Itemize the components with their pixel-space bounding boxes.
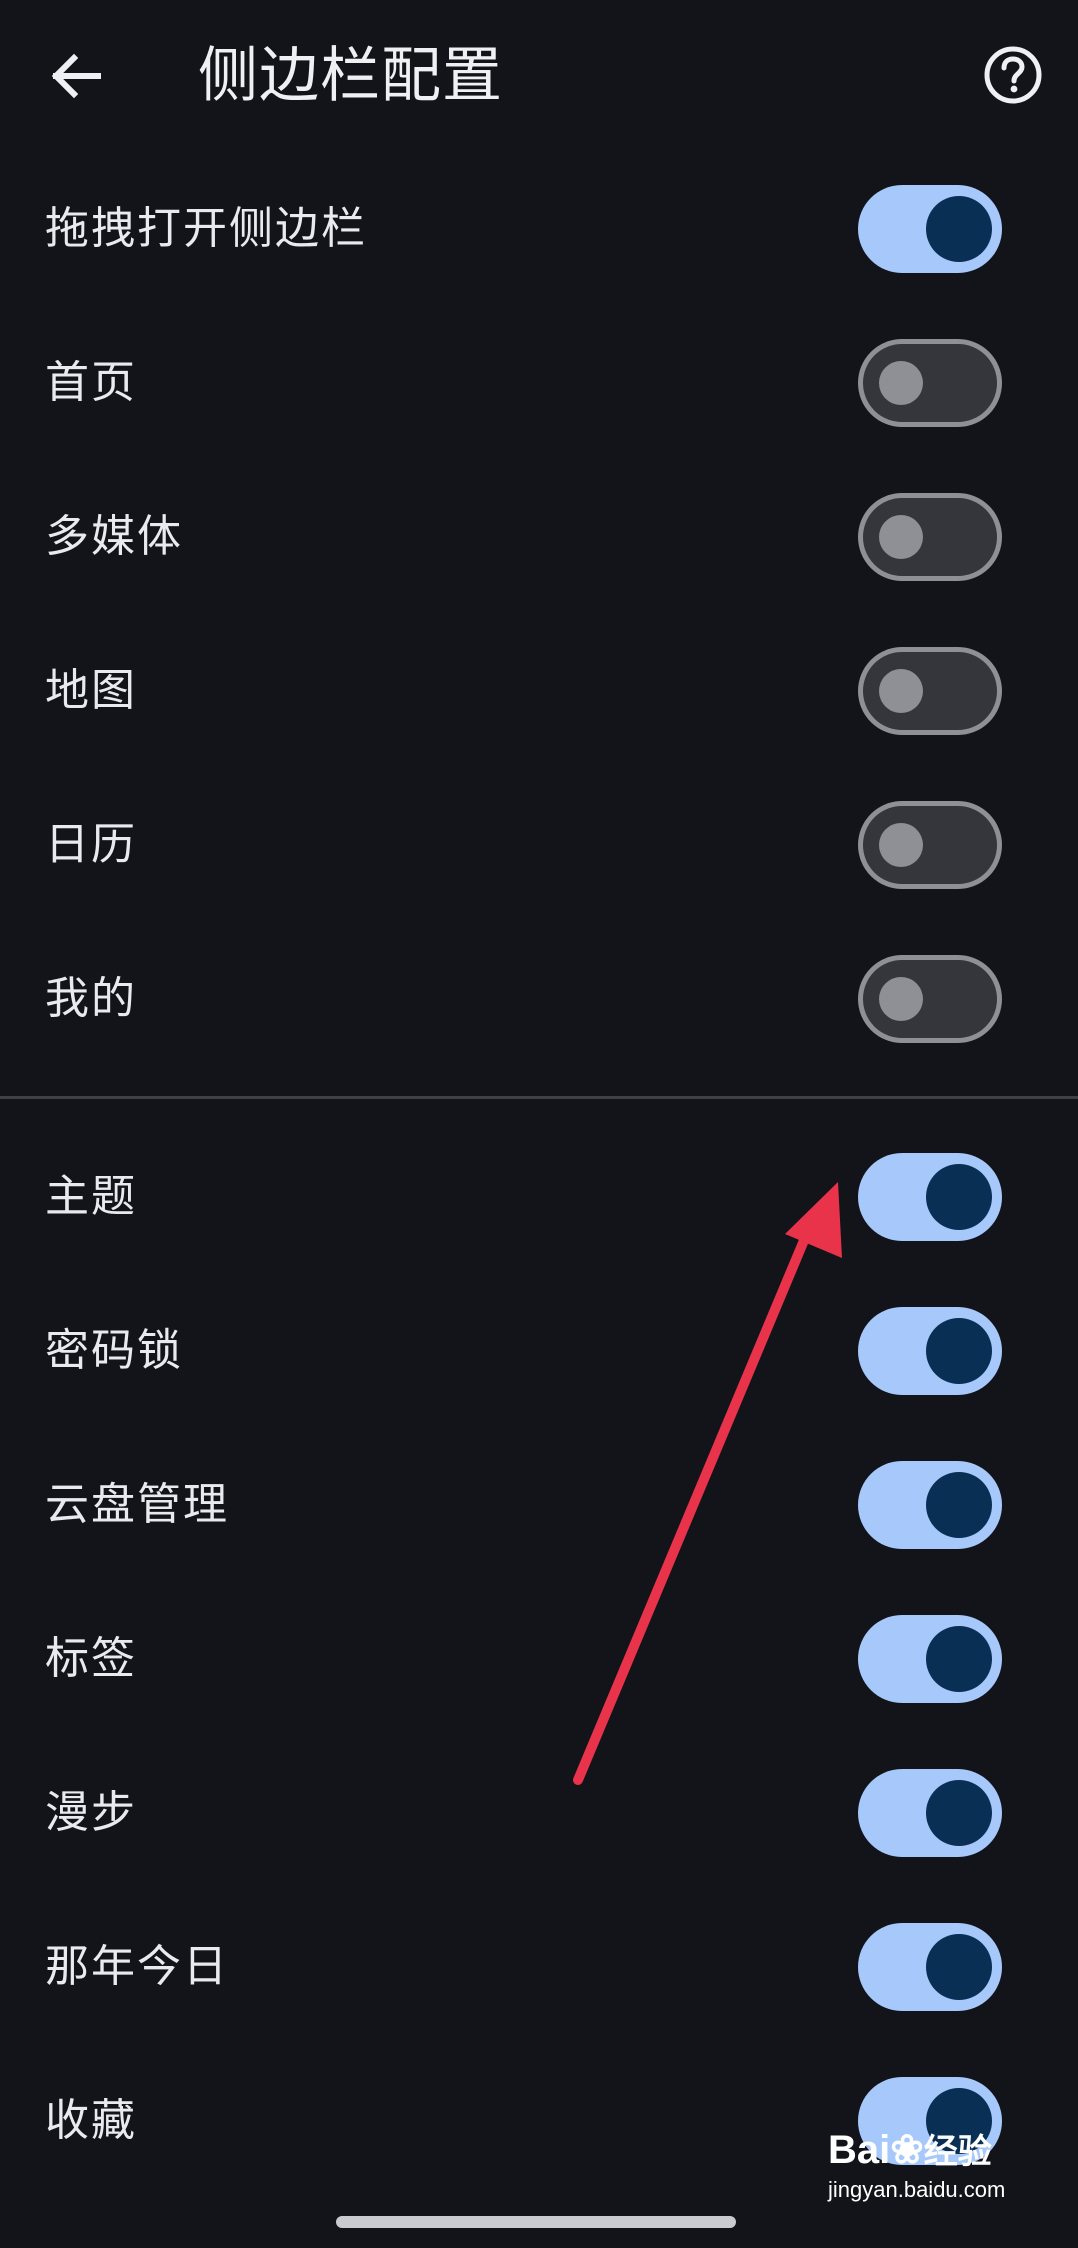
toggle-thumb <box>879 361 923 405</box>
question-circle-icon <box>984 46 1042 104</box>
setting-label: 主题 <box>45 1171 137 1222</box>
setting-row[interactable]: 漫步 <box>0 1736 1078 1890</box>
sidebar-config-screen: 侧边栏配置 拖拽打开侧边栏 首页多媒体地图日历我的 主题密码锁云盘管理标签漫步那年… <box>0 0 1078 2248</box>
toggle-thumb <box>926 1472 992 1538</box>
setting-label: 首页 <box>45 357 137 408</box>
toggle-switch[interactable] <box>858 1307 1002 1395</box>
toggle-switch[interactable] <box>858 801 1002 889</box>
setting-row[interactable]: 主题 <box>0 1120 1078 1274</box>
paw-icon: ❀ <box>890 2128 924 2172</box>
setting-label: 那年今日 <box>45 1941 229 1992</box>
setting-row[interactable]: 日历 <box>0 768 1078 922</box>
toggle-thumb <box>879 977 923 1021</box>
toggle-switch[interactable] <box>858 185 1002 273</box>
back-button[interactable] <box>40 40 112 112</box>
toggle-switch[interactable] <box>858 647 1002 735</box>
toggle-thumb <box>926 1626 992 1692</box>
setting-label: 收藏 <box>45 2095 137 2146</box>
toggle-thumb <box>926 1934 992 2000</box>
setting-row[interactable]: 我的 <box>0 922 1078 1076</box>
toggle-switch[interactable] <box>858 339 1002 427</box>
toggle-switch[interactable] <box>858 955 1002 1043</box>
setting-row[interactable]: 那年今日 <box>0 1890 1078 2044</box>
toggle-switch[interactable] <box>858 1461 1002 1549</box>
toggle-switch[interactable] <box>858 1923 1002 2011</box>
toggle-switch[interactable] <box>858 493 1002 581</box>
watermark-brand: Bai❀经验 <box>828 2128 992 2172</box>
setting-label: 我的 <box>45 973 137 1024</box>
home-indicator[interactable] <box>336 2216 736 2228</box>
setting-label: 漫步 <box>45 1787 137 1838</box>
setting-label: 标签 <box>45 1633 137 1684</box>
toggle-switch[interactable] <box>858 1153 1002 1241</box>
setting-row[interactable]: 拖拽打开侧边栏 <box>0 152 1078 306</box>
watermark-brand-suffix: 经验 <box>923 2133 992 2171</box>
app-bar: 侧边栏配置 <box>0 0 1078 150</box>
setting-label: 地图 <box>45 665 137 716</box>
toggle-switch[interactable] <box>858 1615 1002 1703</box>
toggle-thumb <box>879 669 923 713</box>
watermark-url: jingyan.baidu.com <box>828 2177 1006 2202</box>
setting-row[interactable]: 地图 <box>0 614 1078 768</box>
setting-row[interactable]: 云盘管理 <box>0 1428 1078 1582</box>
setting-row[interactable]: 密码锁 <box>0 1274 1078 1428</box>
setting-row[interactable]: 多媒体 <box>0 460 1078 614</box>
baidu-jingyan-watermark: Bai❀经验 jingyan.baidu.com <box>828 2126 1028 2216</box>
toggle-thumb <box>926 1164 992 1230</box>
section-divider <box>0 1096 1078 1099</box>
toggle-thumb <box>926 196 992 262</box>
toggle-thumb <box>879 823 923 867</box>
setting-label: 云盘管理 <box>45 1479 229 1530</box>
toggle-thumb <box>926 1318 992 1384</box>
setting-label: 日历 <box>45 819 137 870</box>
help-button[interactable] <box>980 42 1046 108</box>
arrow-left-icon <box>51 53 101 99</box>
setting-row[interactable]: 首页 <box>0 306 1078 460</box>
page-title: 侧边栏配置 <box>198 41 503 111</box>
setting-label: 密码锁 <box>45 1325 183 1376</box>
red-arrow-annotation <box>573 1182 842 1785</box>
setting-label: 多媒体 <box>45 511 183 562</box>
toggle-switch[interactable] <box>858 1769 1002 1857</box>
toggle-thumb <box>926 1780 992 1846</box>
setting-row[interactable]: 标签 <box>0 1582 1078 1736</box>
setting-label: 拖拽打开侧边栏 <box>45 203 367 254</box>
toggle-thumb <box>879 515 923 559</box>
